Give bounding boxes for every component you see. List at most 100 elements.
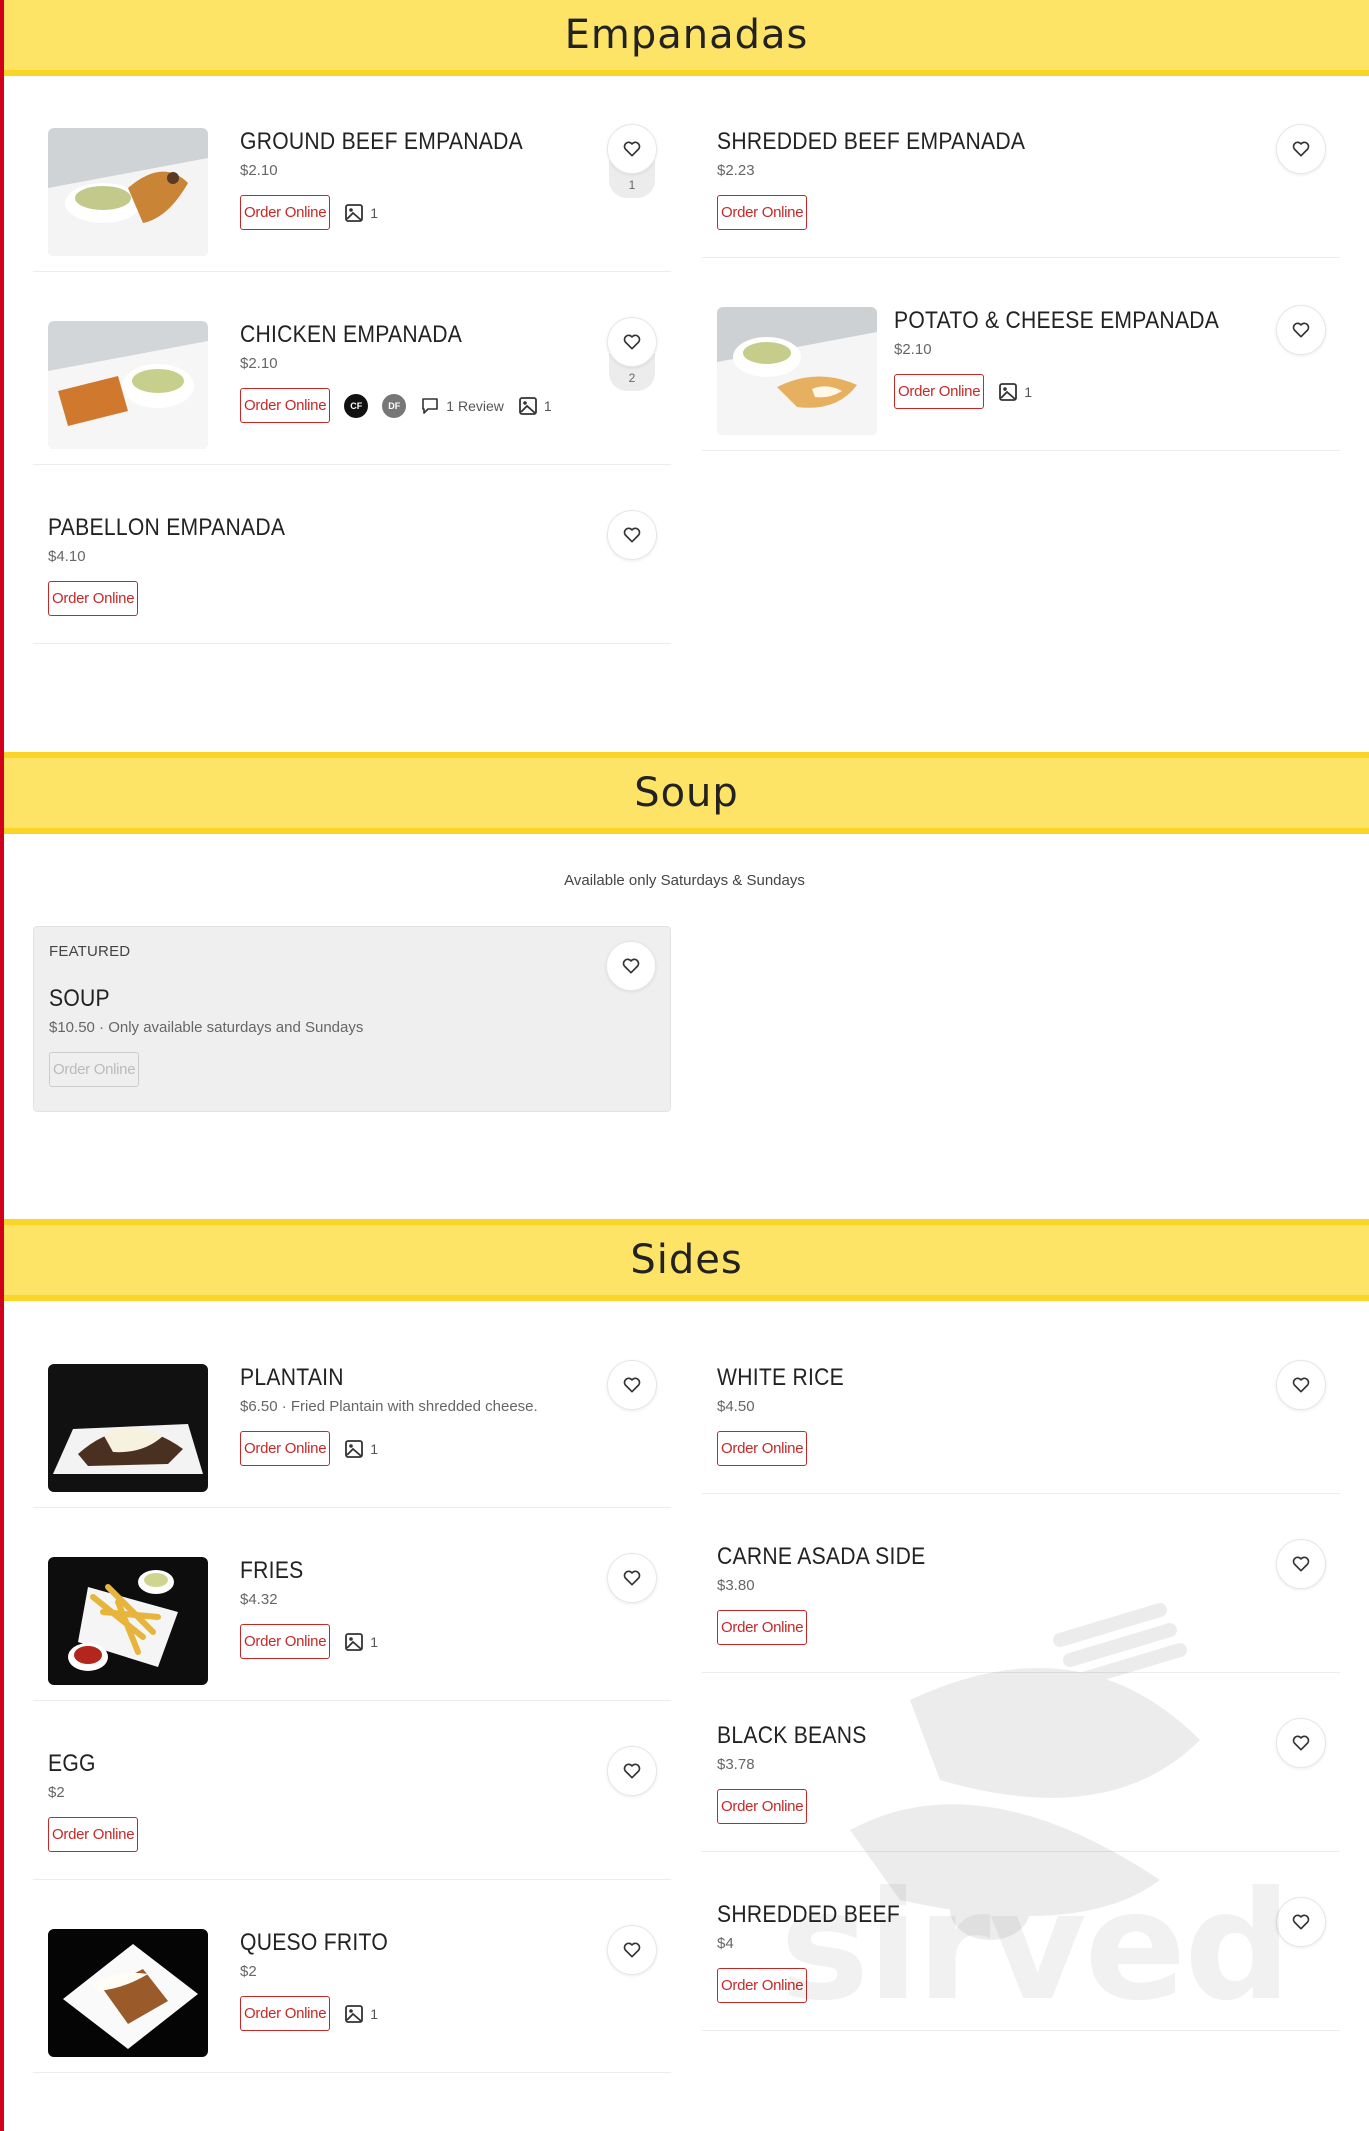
item-photo[interactable]: [48, 1929, 208, 2057]
heart-icon: [1292, 1377, 1310, 1393]
image-icon: [345, 1439, 364, 1458]
heart-icon: [1292, 141, 1310, 157]
comment-icon: [422, 397, 439, 414]
item-name: EGG: [48, 1750, 96, 1777]
heart-icon: [623, 1377, 641, 1393]
heart-icon: [623, 527, 641, 543]
order-online-button[interactable]: Order Online: [717, 195, 808, 230]
order-online-button[interactable]: Order Online: [240, 195, 331, 230]
section-title: Sides: [630, 1237, 743, 1283]
order-online-button[interactable]: Order Online: [717, 1431, 808, 1466]
item-name: CARNE ASADA SIDE: [717, 1543, 926, 1570]
menu-item-white-rice[interactable]: WHITE RICE $4.50 Order Online: [702, 1316, 1340, 1494]
image-icon: [345, 1632, 364, 1651]
favorite-button[interactable]: [607, 1925, 657, 1975]
order-online-button[interactable]: Order Online: [717, 1610, 808, 1645]
item-price: $4.50: [717, 1398, 755, 1415]
order-online-button[interactable]: Order Online: [717, 1789, 808, 1824]
order-online-button[interactable]: Order Online: [894, 374, 985, 409]
heart-icon: [1292, 1556, 1310, 1572]
favorite-button[interactable]: [607, 1553, 657, 1603]
item-price: $10.50 · Only available saturdays and Su…: [49, 1019, 364, 1036]
item-price: $3.78: [717, 1756, 755, 1773]
menu-item-ground-beef-empanada[interactable]: GROUND BEEF EMPANADA $2.10 Order Online …: [33, 80, 671, 272]
order-online-button[interactable]: Order Online: [240, 388, 331, 423]
menu-item-soup[interactable]: FEATURED SOUP $10.50 · Only available sa…: [33, 926, 671, 1112]
item-price: $2: [48, 1784, 65, 1801]
item-name: GROUND BEEF EMPANADA: [240, 128, 524, 155]
item-price: $4.32: [240, 1591, 278, 1608]
order-online-button[interactable]: Order Online: [240, 1624, 331, 1659]
photo-count[interactable]: 1: [344, 1439, 378, 1459]
photo-count[interactable]: 1: [344, 203, 378, 223]
heart-icon: [623, 1570, 641, 1586]
menu-item-potato-cheese-empanada[interactable]: POTATO & CHEESE EMPANADA $2.10 Order Onl…: [702, 259, 1340, 451]
item-photo[interactable]: [48, 128, 208, 256]
item-name: QUESO FRITO: [240, 1929, 389, 1956]
photo-count[interactable]: 1: [344, 1632, 378, 1652]
item-price: $6.50 · Fried Plantain with shredded che…: [240, 1398, 538, 1415]
favorite-button[interactable]: [607, 1360, 657, 1410]
favorite-button[interactable]: [607, 317, 657, 367]
favorite-button[interactable]: [607, 510, 657, 560]
menu-item-pabellon-empanada[interactable]: PABELLON EMPANADA $4.10 Order Online: [33, 466, 671, 644]
review-count[interactable]: 1 Review: [420, 396, 504, 416]
favorite-button[interactable]: [1276, 1360, 1326, 1410]
photo-count[interactable]: 1: [518, 396, 552, 416]
item-photo[interactable]: [48, 1364, 208, 1492]
item-price: $2.10: [240, 162, 278, 179]
favorite-button[interactable]: [607, 1746, 657, 1796]
favorite-button[interactable]: [607, 124, 657, 174]
item-info: GROUND BEEF EMPANADA $2.10 Order Online …: [240, 128, 562, 230]
item-name: PABELLON EMPANADA: [48, 514, 286, 541]
item-info: POTATO & CHEESE EMPANADA $2.10 Order Onl…: [894, 307, 1264, 409]
heart-icon: [1292, 1735, 1310, 1751]
item-price: $2.10: [240, 355, 278, 372]
item-price: $2: [240, 1963, 257, 1980]
item-info: WHITE RICE $4.50 Order Online: [717, 1364, 861, 1466]
menu-item-egg[interactable]: EGG $2 Order Online: [33, 1702, 671, 1880]
menu-item-shredded-beef-empanada[interactable]: SHREDDED BEEF EMPANADA $2.23 Order Onlin…: [702, 80, 1340, 258]
menu-item-carne-asada-side[interactable]: CARNE ASADA SIDE $3.80 Order Online: [702, 1495, 1340, 1673]
section-header-empanadas: Empanadas: [4, 0, 1369, 76]
item-info: EGG $2 Order Online: [48, 1750, 139, 1852]
favorite-button[interactable]: [1276, 1539, 1326, 1589]
item-info: SOUP $10.50 · Only available saturdays a…: [49, 985, 363, 1087]
menu-item-chicken-empanada[interactable]: CHICKEN EMPANADA $2.10 Order Online CF D…: [33, 273, 671, 465]
featured-label: FEATURED: [49, 943, 131, 960]
favorite-button[interactable]: [1276, 1718, 1326, 1768]
favorite-button[interactable]: [1276, 305, 1326, 355]
item-price: $2.23: [717, 162, 755, 179]
item-name: CHICKEN EMPANADA: [240, 321, 463, 348]
photo-count[interactable]: 1: [344, 2004, 378, 2024]
favorite-button[interactable]: [1276, 124, 1326, 174]
order-online-button[interactable]: Order Online: [48, 1817, 139, 1852]
menu-item-fries[interactable]: FRIES $4.32 Order Online 1: [33, 1509, 671, 1701]
item-price: $4.10: [48, 548, 86, 565]
item-photo[interactable]: [717, 307, 877, 435]
item-name: SHREDDED BEEF EMPANADA: [717, 128, 1026, 155]
menu-item-black-beans[interactable]: BLACK BEANS $3.78 Order Online: [702, 1674, 1340, 1852]
image-icon: [345, 203, 364, 222]
watermark-text: sirved: [780, 1860, 1292, 2034]
favorite-button[interactable]: [606, 941, 656, 991]
item-photo[interactable]: [48, 1557, 208, 1685]
order-online-button[interactable]: Order Online: [240, 1996, 331, 2031]
order-online-button[interactable]: Order Online: [48, 581, 139, 616]
item-price: $3.80: [717, 1577, 755, 1594]
section-title: Empanadas: [564, 12, 809, 58]
section-note: Available only Saturdays & Sundays: [564, 872, 805, 889]
heart-icon: [623, 141, 641, 157]
item-photo[interactable]: [48, 321, 208, 449]
page-left-rule: [0, 0, 4, 2131]
photo-count[interactable]: 1: [998, 382, 1032, 402]
item-info: CARNE ASADA SIDE $3.80 Order Online: [717, 1543, 954, 1645]
item-name: POTATO & CHEESE EMPANADA: [894, 307, 1220, 334]
item-name: WHITE RICE: [717, 1364, 845, 1391]
menu-item-queso-frito[interactable]: QUESO FRITO $2 Order Online 1: [33, 1881, 671, 2073]
order-online-button[interactable]: Order Online: [49, 1052, 140, 1087]
order-online-button[interactable]: Order Online: [240, 1431, 331, 1466]
item-name: PLANTAIN: [240, 1364, 344, 1391]
section-header-sides: Sides: [4, 1219, 1369, 1301]
menu-item-plantain[interactable]: PLANTAIN $6.50 · Fried Plantain with shr…: [33, 1316, 671, 1508]
